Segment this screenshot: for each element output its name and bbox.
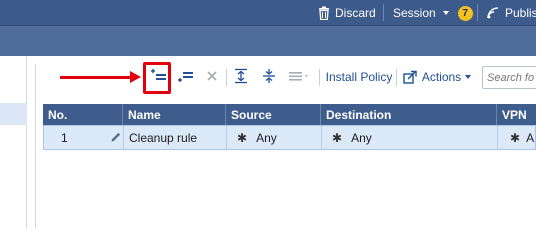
- rules-table-header: No. Name Source Destination VPN: [43, 104, 536, 125]
- column-header-source[interactable]: Source: [226, 104, 321, 125]
- column-header-vpn[interactable]: VPN: [497, 104, 536, 125]
- session-count-badge: 7: [457, 5, 473, 21]
- edit-pencil-icon[interactable]: [110, 126, 121, 149]
- topbar-divider: [477, 4, 478, 21]
- more-options-icon: [288, 69, 312, 86]
- discard-label: Discard: [335, 6, 376, 20]
- install-policy-label: Install Policy: [325, 70, 393, 84]
- any-star-icon: ✱: [237, 130, 248, 145]
- toolbar-divider: [396, 69, 397, 86]
- policy-toolbar: Install Policy Actions: [140, 65, 536, 91]
- annotation-arrow-shaft: [60, 76, 132, 79]
- rule-destination-value: Any: [351, 130, 372, 145]
- secondary-header-band: [0, 26, 536, 56]
- publish-icon: [486, 6, 500, 20]
- cell-divider: [321, 126, 322, 149]
- any-star-icon: ✱: [332, 130, 343, 145]
- add-rule-below-button[interactable]: [175, 65, 195, 89]
- publish-button[interactable]: Publis: [486, 4, 536, 22]
- actions-label: Actions: [421, 70, 462, 84]
- column-header-destination[interactable]: Destination: [321, 104, 497, 125]
- toolbar-divider: [319, 69, 320, 86]
- more-options-button[interactable]: [287, 65, 313, 89]
- chevron-down-icon: [442, 11, 449, 15]
- search-field[interactable]: [482, 66, 536, 89]
- install-policy-button[interactable]: Install Policy: [325, 65, 393, 89]
- column-header-no[interactable]: No.: [43, 104, 123, 125]
- left-pane-selected-item[interactable]: [0, 103, 27, 125]
- table-row[interactable]: 1 Cleanup rule ✱ Any ✱ Any ✱ A: [43, 125, 536, 150]
- actions-export-icon: [403, 70, 418, 84]
- publish-label: Publis: [505, 6, 536, 20]
- collapse-section-button[interactable]: [259, 65, 279, 89]
- cell-divider: [123, 126, 124, 149]
- rule-vpn-value: A: [526, 130, 535, 145]
- rule-vpn[interactable]: ✱ A: [510, 126, 534, 149]
- pane-divider: [35, 64, 36, 229]
- left-navigation-pane: [0, 56, 27, 229]
- discard-button[interactable]: Discard: [318, 4, 376, 22]
- actions-menu-button[interactable]: Actions: [402, 65, 472, 89]
- rule-name[interactable]: Cleanup rule: [129, 126, 197, 149]
- delete-rule-icon: [205, 69, 219, 86]
- delete-rule-button[interactable]: [202, 65, 222, 89]
- session-label: Session: [393, 6, 436, 20]
- add-rule-below-icon: [176, 68, 194, 87]
- cell-divider: [226, 126, 227, 149]
- rule-destination[interactable]: ✱ Any: [332, 126, 372, 149]
- expand-section-button[interactable]: [231, 65, 251, 89]
- trash-icon: [318, 6, 330, 20]
- chevron-down-icon: [465, 75, 472, 79]
- topbar-divider: [383, 4, 384, 21]
- rule-number: 1: [61, 130, 68, 145]
- any-star-icon: ✱: [510, 130, 521, 145]
- rule-source[interactable]: ✱ Any: [237, 126, 277, 149]
- rule-source-value: Any: [256, 130, 277, 145]
- top-bar: Discard Session 7 Publis: [0, 0, 536, 26]
- expand-section-icon: [234, 68, 248, 87]
- column-header-name[interactable]: Name: [123, 104, 226, 125]
- toolbar-divider: [226, 69, 227, 86]
- collapse-section-icon: [262, 68, 276, 87]
- search-input[interactable]: [483, 67, 536, 88]
- annotation-highlight-box: [143, 62, 171, 94]
- cell-divider: [497, 126, 498, 149]
- session-menu[interactable]: Session 7: [393, 4, 473, 22]
